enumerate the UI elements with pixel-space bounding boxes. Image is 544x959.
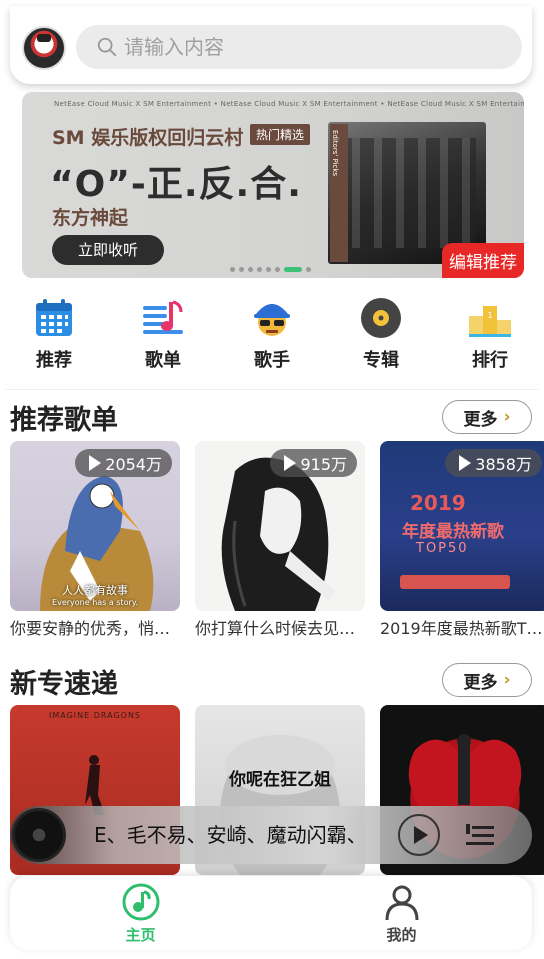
playlist-title: 你要安静的优秀，悄悄惊艳所有人 [10,619,180,638]
play-count-value: 915万 [300,455,347,474]
podium-icon: 1 [469,306,511,337]
carousel-dot[interactable] [306,267,311,272]
banner-artist: 东方神起 [52,207,129,229]
tab-label: 我的 [386,925,417,944]
playlist-icon [143,300,183,334]
category-recommend[interactable]: 推荐 [6,296,102,376]
now-playing-text: E、毛不易、安崎、魔动闪霸、 [94,823,367,847]
cover-caption-en: Everyone has a story. [52,598,138,607]
playlist-card[interactable]: 2054万 人人都有故事 Everyone has a story. 你要安静的优… [10,441,180,639]
listen-now-button[interactable]: 立即收听 [52,235,164,265]
chevron-right-icon: › [503,670,511,690]
recommended-more-button[interactable]: 更多 › [442,400,532,434]
new-albums-more-button[interactable]: 更多 › [442,663,532,697]
recommended-playlists: 2054万 人人都有故事 Everyone has a story. 你要安静的优… [10,441,544,639]
category-label: 专辑 [363,350,399,371]
category-label: 歌手 [254,350,290,371]
singer-icon [254,304,290,336]
calendar-icon [36,299,72,336]
search-input[interactable] [124,35,504,59]
cover-heading: 年度最热新歌 [402,522,504,542]
category-nav: 推荐 歌单 歌手 专辑 1 排行 [0,296,544,376]
play-icon [459,455,472,471]
section-divider [6,389,538,390]
banner-tag: 热门精选 [250,124,311,145]
top-search-bar [10,6,532,84]
play-count-value: 3858万 [475,455,532,474]
playlist-queue-icon[interactable] [466,822,494,848]
category-label: 排行 [472,350,508,371]
now-playing-disc[interactable] [12,808,66,862]
album-disc-icon [361,298,401,338]
play-icon [284,455,297,471]
playlist-cover: 915万 [195,441,365,611]
play-icon [89,455,102,471]
category-label: 推荐 [36,350,72,371]
carousel-dot[interactable] [239,267,244,272]
editor-pick-label: 编辑推荐 [442,243,524,278]
category-album[interactable]: 专辑 [333,296,429,376]
category-playlist[interactable]: 歌单 [115,296,211,376]
banner-side-strip: Editors' Picks [330,124,348,262]
banner-side-text: Editors' Picks [331,130,339,177]
carousel-dot[interactable] [284,267,302,272]
bottom-tab-bar: 主页 我的 [10,876,532,950]
album-cover-text: IMAGINE DRAGONS [48,711,142,720]
play-count: 915万 [270,449,357,477]
search-icon [97,37,117,57]
train-graphic [400,575,510,589]
mini-player[interactable]: E、毛不易、安崎、魔动闪霸、 [10,806,532,864]
carousel-dot[interactable] [266,267,271,272]
playlist-card[interactable]: 915万 你打算什么时候去见你想见的人 [195,441,365,639]
play-count: 2054万 [75,449,172,477]
play-button[interactable] [398,814,440,856]
playlist-title: 你打算什么时候去见你想见的人 [195,619,365,638]
music-note-icon [122,883,159,920]
user-avatar[interactable] [22,26,66,70]
category-rank[interactable]: 1 排行 [442,296,538,376]
banner-title: “O”-正.反.合. [50,164,302,205]
category-singer[interactable]: 歌手 [224,296,320,376]
carousel-dot[interactable] [275,267,280,272]
carousel-dot[interactable] [230,267,235,272]
play-count: 3858万 [445,449,542,477]
cover-caption-text: 人人都有故事 [62,584,128,597]
new-albums-title: 新专速递 [10,669,118,700]
user-icon [385,885,418,920]
album-cover-text: 你呢在狂乙姐 [229,770,331,790]
banner-subtitle: SM 娱乐版权回归云村 [52,127,244,149]
tab-label: 主页 [125,925,156,944]
cover-subheading: TOP50 [416,541,469,556]
carousel-dots [230,267,311,272]
play-icon [414,826,428,844]
cover-year: 2019 [410,491,466,515]
more-label: 更多 [463,409,498,430]
tab-mine[interactable]: 我的 [271,876,532,950]
search-box[interactable] [76,25,522,69]
chevron-right-icon: › [503,407,511,427]
playlist-cover: 2019 年度最热新歌 TOP50 3858万 [380,441,544,611]
cover-caption: 人人都有故事 Everyone has a story. [10,582,180,607]
carousel-dot[interactable] [257,267,262,272]
more-label: 更多 [463,672,498,693]
tab-home[interactable]: 主页 [10,876,271,950]
banner-top-text: NetEase Cloud Music X SM Entertainment •… [54,100,524,108]
playlist-cover: 2054万 人人都有故事 Everyone has a story. [10,441,180,611]
svg-text:1: 1 [487,311,492,320]
playlist-card[interactable]: 2019 年度最热新歌 TOP50 3858万 2019年度最热新歌TOP50 [380,441,544,639]
carousel-dot[interactable] [248,267,253,272]
category-label: 歌单 [145,350,181,371]
banner-carousel[interactable]: NetEase Cloud Music X SM Entertainment •… [22,92,524,278]
play-count-value: 2054万 [105,455,162,474]
recommended-title: 推荐歌单 [10,405,118,436]
playlist-title: 2019年度最热新歌TOP50 [380,619,544,638]
